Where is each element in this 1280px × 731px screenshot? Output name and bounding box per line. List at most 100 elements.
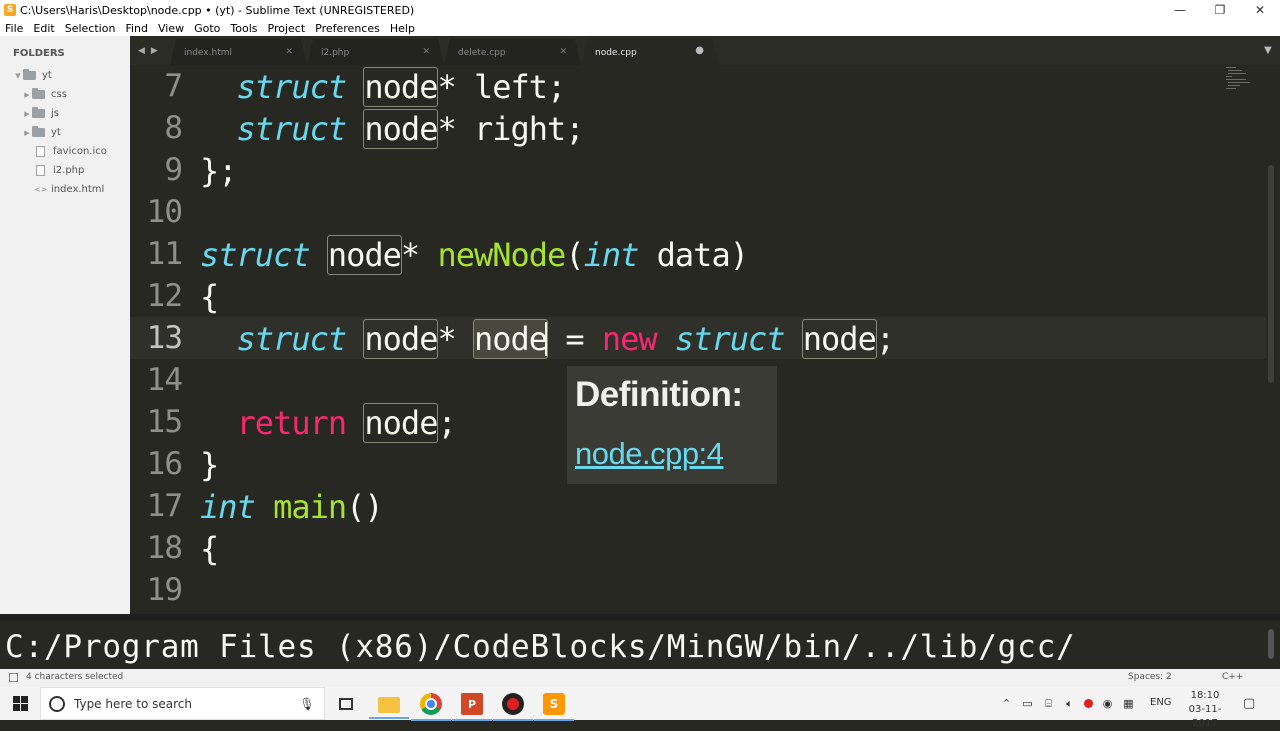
tree-label: yt [51,127,61,138]
tab-node-cpp[interactable]: node.cpp ● [581,39,718,65]
tab-next-icon[interactable]: ▶ [151,46,158,56]
close-button[interactable]: ✕ [1240,3,1280,17]
tree-folder-yt[interactable]: ▶ yt [0,123,130,142]
tree-folder-css[interactable]: ▶ css [0,85,130,104]
menu-file[interactable]: File [0,22,28,35]
line-number: 9 [164,152,183,188]
line-number: 8 [164,110,183,146]
taskbar-search[interactable]: Type here to search 🎙︎ [40,687,325,720]
expand-down-icon[interactable]: ▼ [13,72,23,80]
tray-app-icon[interactable]: ◉ [1101,697,1114,710]
tab-close-icon[interactable]: ✕ [422,47,430,57]
tree-label: index.html [51,184,105,195]
tab-nav: ◀ ▶ [130,36,170,65]
recording-indicator-icon[interactable] [1084,699,1093,708]
definition-title: Definition: [575,375,743,414]
definition-popup: Definition: node.cpp:4 [567,366,777,484]
tab-label: delete.cpp [458,48,506,58]
tree-file-favicon[interactable]: favicon.ico [0,142,130,161]
indentation-status[interactable]: Spaces: 2 [1128,672,1172,682]
status-left: 4 characters selected [9,672,123,682]
code-text: { [200,278,219,316]
unsaved-dot-icon[interactable]: ● [695,45,704,56]
folder-icon [32,88,45,99]
tree-file-i2php[interactable]: i2.php [0,161,130,180]
tab-delete-cpp[interactable]: delete.cpp ✕ [444,39,581,65]
tab-index-html[interactable]: index.html ✕ [170,39,307,65]
syntax-status[interactable]: C++ [1222,672,1243,682]
tree-label: favicon.ico [53,146,107,157]
menu-selection[interactable]: Selection [60,22,121,35]
microphone-icon[interactable]: 🎙︎ [298,697,316,711]
menu-view[interactable]: View [153,22,189,35]
code-line: 9 }; [130,149,1266,191]
menu-project[interactable]: Project [263,22,311,35]
menu-edit[interactable]: Edit [28,22,59,35]
code-line: 19 [130,569,1266,611]
folder-icon [32,107,45,118]
definition-link[interactable]: node.cpp:4 [575,436,724,472]
chrome-icon[interactable] [411,693,451,721]
windows-logo-icon [12,696,28,711]
tray-expand-icon[interactable]: ⌃ [1000,697,1013,710]
expand-right-icon[interactable]: ▶ [22,110,32,118]
current-code-line: 13 struct node* node = new struct node; [130,317,1266,359]
tree-root-yt[interactable]: ▼ yt [0,66,130,85]
start-button[interactable] [0,687,40,720]
tab-close-icon[interactable]: ✕ [285,47,293,57]
code-text: struct node* newNode(int data) [200,235,749,275]
tree-folder-js[interactable]: ▶ js [0,104,130,123]
build-output-text: C:/Program Files (x86)/CodeBlocks/MinGW/… [5,629,1076,665]
minimize-button[interactable]: — [1160,3,1200,17]
search-placeholder: Type here to search [74,696,192,711]
tab-close-icon[interactable]: ✕ [559,47,567,57]
code-line: 8 struct node* right; [130,107,1266,149]
menu-tools[interactable]: Tools [225,22,262,35]
minimap[interactable] [1220,65,1260,105]
task-view-icon[interactable] [339,698,353,710]
screen-recorder-icon[interactable] [493,693,533,721]
tree-label: yt [42,70,52,81]
menu-goto[interactable]: Goto [189,22,225,35]
menu-find[interactable]: Find [120,22,153,35]
output-scrollbar[interactable] [1268,629,1274,659]
code-line: 17 int main() [130,485,1266,527]
battery-icon[interactable]: ▭ [1021,697,1034,710]
maximize-button[interactable]: ❐ [1200,3,1240,17]
action-center-icon[interactable]: ▢ [1243,696,1255,711]
vertical-scrollbar[interactable] [1268,165,1274,383]
line-number: 12 [146,278,183,314]
volume-icon[interactable]: 🔈︎ [1063,697,1076,711]
windows-taskbar: Type here to search 🎙︎ P S ⌃ ▭ ⌸ 🔈︎ ◉ ▦ … [0,687,1280,729]
code-file-icon: <> [34,185,48,194]
code-editor[interactable]: 7 struct node* left; 8 struct node* righ… [130,65,1266,614]
tree-label: css [51,89,67,100]
language-indicator[interactable]: ENG [1150,697,1172,708]
tab-i2-php[interactable]: i2.php ✕ [307,39,444,65]
tab-dropdown-icon[interactable]: ▼ [1256,36,1280,65]
tab-prev-icon[interactable]: ◀ [138,46,145,56]
sublime-text-icon[interactable]: S [534,693,574,721]
selected-word: node [472,319,549,359]
line-number: 14 [146,362,183,398]
tab-label: node.cpp [595,48,637,58]
sidebar: FOLDERS ▼ yt ▶ css ▶ js ▶ yt favicon.ico… [0,36,130,614]
line-number: 7 [164,68,183,104]
expand-right-icon[interactable]: ▶ [22,129,32,137]
menu-help[interactable]: Help [385,22,420,35]
folders-heading: FOLDERS [13,48,65,59]
input-device-icon[interactable]: ▦ [1122,697,1135,710]
build-output-panel[interactable]: C:/Program Files (x86)/CodeBlocks/MinGW/… [0,614,1280,669]
clock[interactable]: 18:10 03-11-2017 [1180,689,1230,731]
expand-right-icon[interactable]: ▶ [22,91,32,99]
file-icon [36,165,45,176]
network-icon[interactable]: ⌸ [1042,697,1055,711]
powerpoint-icon[interactable]: P [452,693,492,721]
tree-label: i2.php [53,165,85,176]
code-text: return node; [236,403,457,443]
tree-file-index[interactable]: <> index.html [0,180,130,199]
menu-preferences[interactable]: Preferences [310,22,385,35]
file-explorer-icon[interactable] [369,697,409,719]
panel-toggle-icon[interactable] [9,672,18,682]
code-line: 11 struct node* newNode(int data) [130,233,1266,275]
